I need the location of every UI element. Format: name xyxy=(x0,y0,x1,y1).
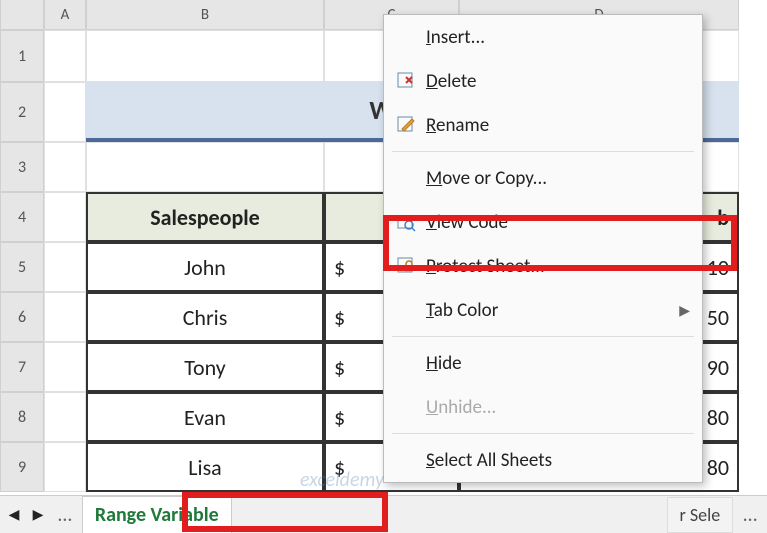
sheet-tabs: ◀ ▶ … Range Variable r Sele … xyxy=(0,495,767,533)
row-header-9[interactable]: 9 xyxy=(0,442,44,492)
menu-label: Protect Sheet... xyxy=(426,255,690,278)
rename-icon xyxy=(396,115,426,135)
menu-move-or-copy[interactable]: Move or Copy... xyxy=(384,156,702,200)
menu-label: Select All Sheets xyxy=(426,449,690,472)
menu-label: Move or Copy... xyxy=(426,167,690,190)
row-header-7[interactable]: 7 xyxy=(0,342,44,392)
tab-nav-next[interactable]: ▶ xyxy=(28,505,48,525)
tab-ellipsis-right[interactable]: … xyxy=(737,503,763,527)
tab-ellipsis-left[interactable]: … xyxy=(52,503,78,527)
table-row[interactable]: Chris xyxy=(86,292,324,342)
chevron-right-icon: ▶ xyxy=(679,302,690,319)
tab-range-variable[interactable]: Range Variable xyxy=(82,496,232,533)
row-header-4[interactable]: 4 xyxy=(0,192,44,242)
menu-label: Unhide... xyxy=(426,396,690,419)
view-code-icon xyxy=(396,212,426,232)
col-header-a[interactable]: A xyxy=(44,0,86,30)
select-all-corner[interactable] xyxy=(0,0,44,30)
menu-label: Rename xyxy=(426,114,690,137)
delete-icon xyxy=(396,71,426,91)
tab-nav-prev[interactable]: ◀ xyxy=(4,505,24,525)
protect-icon xyxy=(396,256,426,276)
table-row[interactable]: John xyxy=(86,242,324,292)
row-header-2[interactable]: 2 xyxy=(0,82,44,142)
table-row[interactable]: Evan xyxy=(86,392,324,442)
row-header-6[interactable]: 6 xyxy=(0,292,44,342)
row-header-1[interactable]: 1 xyxy=(0,30,44,82)
menu-label: View Code xyxy=(426,211,690,234)
menu-delete[interactable]: Delete xyxy=(384,59,702,103)
table-header-salespeople[interactable]: Salespeople xyxy=(86,192,324,242)
menu-label: Delete xyxy=(426,70,690,93)
row-header-3[interactable]: 3 xyxy=(0,142,44,192)
menu-protect-sheet[interactable]: Protect Sheet... xyxy=(384,244,702,288)
col-header-b[interactable]: B xyxy=(86,0,324,30)
menu-label: Insert... xyxy=(426,26,690,49)
tab-other[interactable]: r Sele xyxy=(667,497,734,533)
menu-unhide: Unhide... xyxy=(384,385,702,429)
menu-hide[interactable]: Hide xyxy=(384,341,702,385)
table-row[interactable]: Lisa xyxy=(86,442,324,492)
menu-rename[interactable]: Rename xyxy=(384,103,702,147)
row-header-5[interactable]: 5 xyxy=(0,242,44,292)
menu-label: Tab Color xyxy=(426,299,679,322)
table-row[interactable]: Tony xyxy=(86,342,324,392)
menu-tab-color[interactable]: Tab Color ▶ xyxy=(384,288,702,332)
sheet-context-menu: Insert... Delete Rename Move or Copy... … xyxy=(383,14,703,483)
menu-select-all-sheets[interactable]: Select All Sheets xyxy=(384,438,702,482)
menu-insert[interactable]: Insert... xyxy=(384,15,702,59)
row-header-8[interactable]: 8 xyxy=(0,392,44,442)
menu-view-code[interactable]: View Code xyxy=(384,200,702,244)
menu-label: Hide xyxy=(426,352,690,375)
